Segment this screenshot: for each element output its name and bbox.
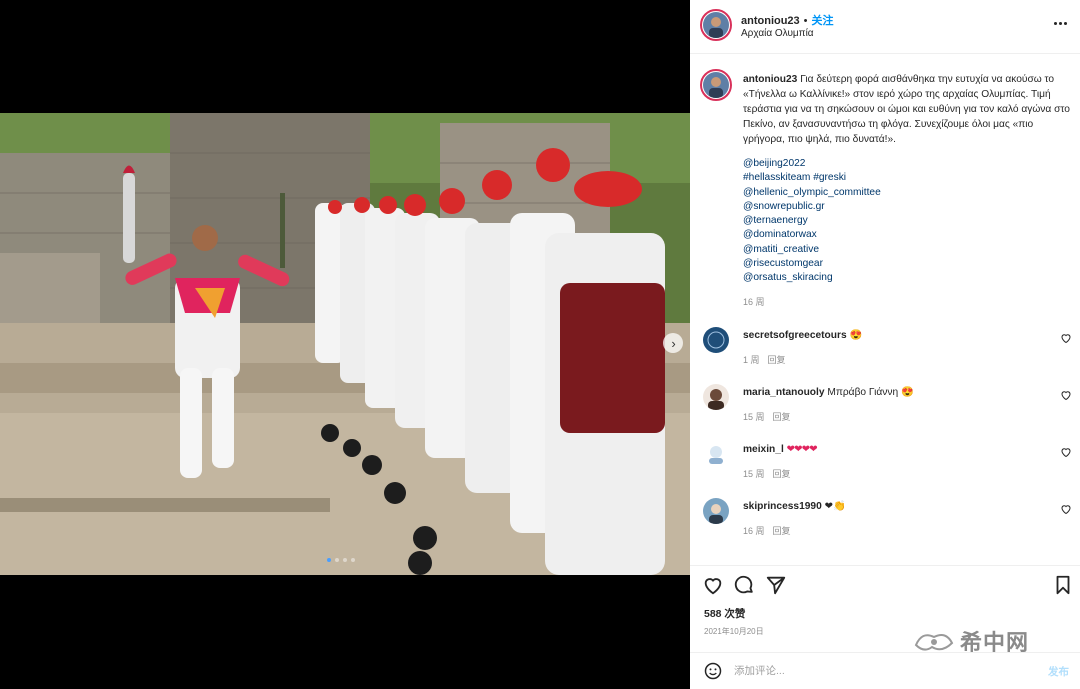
caption-tag[interactable]: #hellasskiteam #greski bbox=[743, 171, 881, 185]
caption-tag[interactable]: @risecustomgear bbox=[743, 257, 881, 271]
commenter-username[interactable]: meixin_l bbox=[743, 444, 784, 455]
carousel-dots bbox=[327, 558, 355, 562]
reply-button[interactable]: 回复 bbox=[773, 469, 791, 479]
comment-text: skiprincess1990 ❤👏 bbox=[743, 501, 846, 512]
like-heart-icon[interactable] bbox=[702, 574, 724, 596]
emoji-smile-icon[interactable] bbox=[703, 661, 723, 681]
heart-icon[interactable] bbox=[1060, 389, 1072, 401]
comment-item: meixin_l ❤❤❤❤ 15 周回复 bbox=[690, 441, 1080, 491]
carousel-dot[interactable] bbox=[351, 558, 355, 562]
caption-timestamp: 16 周 bbox=[743, 297, 765, 307]
post-comment-button[interactable]: 发布 bbox=[1048, 664, 1069, 679]
comments-section[interactable]: antoniou23 Για δεύτερη φορά αισθάνθηκα τ… bbox=[690, 55, 1080, 555]
post-header: antoniou23 • 关注 Αρχαία Ολυμπία bbox=[690, 0, 1080, 54]
caption-tag[interactable]: @matiti_creative bbox=[743, 243, 881, 257]
reply-button[interactable]: 回复 bbox=[773, 526, 791, 536]
commenter-avatar[interactable] bbox=[703, 498, 729, 524]
heart-icon[interactable] bbox=[1060, 503, 1072, 515]
commenter-avatar[interactable] bbox=[703, 441, 729, 467]
avatar-image bbox=[703, 12, 729, 38]
action-bar bbox=[690, 565, 1080, 601]
caption-tag[interactable]: @snowrepublic.gr bbox=[743, 200, 881, 214]
comment-emoji: ❤❤❤❤ bbox=[786, 444, 818, 455]
comment-meta: 15 周回复 bbox=[743, 467, 791, 480]
reply-button[interactable]: 回复 bbox=[768, 355, 786, 365]
comment-emoji: 😍 bbox=[900, 387, 914, 398]
author-line: antoniou23 • 关注 bbox=[741, 12, 834, 28]
comment-item: secretsofgreecetours 😍 1 周回复 bbox=[690, 327, 1080, 377]
author-username[interactable]: antoniou23 bbox=[741, 15, 800, 27]
avatar-image bbox=[703, 72, 729, 98]
likes-count[interactable]: 588 次赞 bbox=[704, 606, 745, 621]
carousel-next-button[interactable]: › bbox=[663, 333, 683, 353]
comment-item: maria_ntanouoly Μπράβο Γιάννη 😍 15 周回复 bbox=[690, 384, 1080, 434]
caption-tag[interactable]: @ternaenergy bbox=[743, 214, 881, 228]
separator-dot: • bbox=[803, 15, 808, 27]
add-comment-bar: 发布 bbox=[690, 652, 1080, 689]
torch-relay-photo bbox=[0, 113, 690, 575]
commenter-avatar[interactable] bbox=[703, 384, 729, 410]
comment-input[interactable] bbox=[734, 662, 1014, 680]
bookmark-save-icon[interactable] bbox=[1052, 574, 1074, 596]
caption-tag[interactable]: @orsatus_skiracing bbox=[743, 271, 881, 285]
more-options-icon[interactable] bbox=[1054, 22, 1068, 26]
caption-tag[interactable]: @beijing2022 bbox=[743, 157, 881, 171]
post-caption: antoniou23 Για δεύτερη φορά αισθάνθηκα τ… bbox=[743, 72, 1073, 147]
caption-tags: @beijing2022 #hellasskiteam #greski @hel… bbox=[743, 157, 881, 286]
carousel-dot[interactable] bbox=[343, 558, 347, 562]
comment-emoji: ❤👏 bbox=[824, 501, 846, 512]
comment-text: meixin_l ❤❤❤❤ bbox=[743, 444, 818, 455]
caption-tag[interactable]: @hellenic_olympic_committee bbox=[743, 186, 881, 200]
comment-time: 15 周 bbox=[743, 469, 765, 479]
author-avatar[interactable] bbox=[700, 9, 732, 41]
instagram-post-view: › antoniou23 • 关注 Αρχαία Ολυμπία antonio… bbox=[0, 0, 1080, 689]
post-side-panel: antoniou23 • 关注 Αρχαία Ολυμπία antoniou23 … bbox=[690, 0, 1080, 689]
caption-avatar[interactable] bbox=[700, 69, 732, 101]
heart-icon[interactable] bbox=[1060, 332, 1072, 344]
comment-text: secretsofgreecetours 😍 bbox=[743, 330, 862, 341]
comment-time: 1 周 bbox=[743, 355, 760, 365]
commenter-username[interactable]: maria_ntanouoly bbox=[743, 387, 825, 398]
carousel-dot[interactable] bbox=[327, 558, 331, 562]
comment-time: 16 周 bbox=[743, 526, 765, 536]
caption-tag[interactable]: @dominatorwax bbox=[743, 228, 881, 242]
comment-item: skiprincess1990 ❤👏 16 周回复 bbox=[690, 498, 1080, 548]
comment-meta: 15 周回复 bbox=[743, 410, 791, 423]
media-pane: › bbox=[0, 0, 690, 689]
comment-bubble-icon[interactable] bbox=[733, 574, 755, 596]
watermark-logo-icon bbox=[914, 634, 954, 651]
carousel-dot[interactable] bbox=[335, 558, 339, 562]
comment-meta: 1 周回复 bbox=[743, 353, 786, 366]
comment-meta: 16 周回复 bbox=[743, 524, 791, 537]
commenter-username[interactable]: secretsofgreecetours bbox=[743, 330, 847, 341]
share-send-icon[interactable] bbox=[765, 574, 787, 596]
caption-username[interactable]: antoniou23 bbox=[743, 74, 797, 85]
commenter-username[interactable]: skiprincess1990 bbox=[743, 501, 822, 512]
comment-emoji: 😍 bbox=[849, 330, 863, 341]
follow-button[interactable]: 关注 bbox=[812, 15, 834, 27]
commenter-avatar[interactable] bbox=[703, 327, 729, 353]
chevron-right-icon: › bbox=[671, 335, 676, 351]
comment-time: 15 周 bbox=[743, 412, 765, 422]
reply-button[interactable]: 回复 bbox=[773, 412, 791, 422]
heart-icon[interactable] bbox=[1060, 446, 1072, 458]
post-photo bbox=[0, 113, 690, 575]
post-date: 2021年10月20日 bbox=[704, 627, 764, 636]
comment-text: maria_ntanouoly Μπράβο Γιάννη 😍 bbox=[743, 387, 914, 398]
post-location[interactable]: Αρχαία Ολυμπία bbox=[741, 28, 814, 39]
comment-body: Μπράβο Γιάννη bbox=[827, 387, 899, 398]
